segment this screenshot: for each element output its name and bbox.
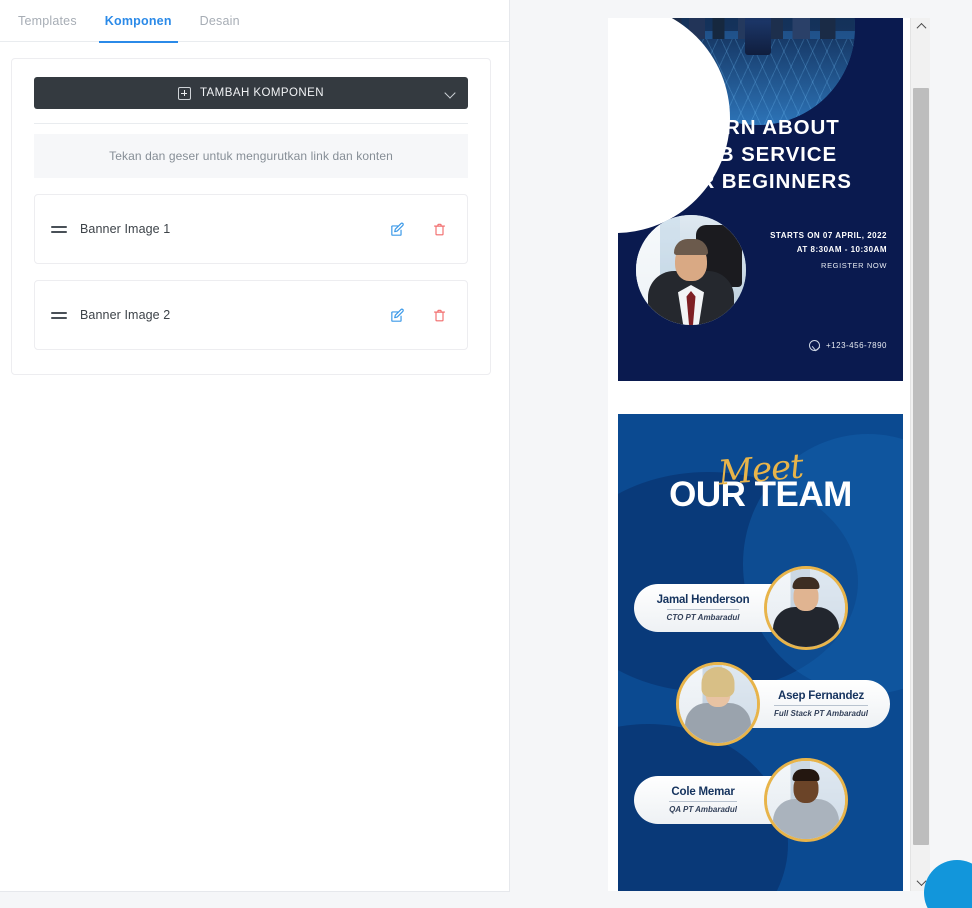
trash-icon[interactable] [429, 219, 449, 239]
team-member-2-role: Full Stack PT Ambaradul [774, 705, 868, 718]
team-member-3-name: Cole Memar [671, 786, 735, 798]
team-member-3-role: QA PT Ambaradul [669, 801, 737, 814]
avatar-hair [701, 667, 735, 697]
edit-pencil-icon[interactable] [387, 305, 407, 325]
team-member-1: Jamal Henderson CTO PT Ambaradul [634, 562, 890, 654]
app-root: Templates Komponen Desain TAMBAH KOMPONE… [0, 0, 972, 908]
team-member-1-name: Jamal Henderson [656, 594, 750, 606]
component-label: Banner Image 1 [80, 222, 171, 236]
divider [34, 123, 468, 124]
reorder-hint-box: Tekan dan geser untuk mengurutkan link d… [34, 134, 468, 178]
tab-templates-label: Templates [18, 13, 77, 28]
edit-pencil-icon[interactable] [387, 219, 407, 239]
team-member-1-role: CTO PT Ambaradul [666, 609, 740, 622]
team-member-3: Cole Memar QA PT Ambaradul [634, 754, 890, 846]
chevron-down-icon[interactable] [444, 87, 456, 99]
banner1-heading-line3: FOR BEGINNERS [669, 170, 852, 194]
row-actions [387, 219, 449, 239]
avatar-suit [773, 799, 839, 839]
businessman-silhouette [744, 18, 771, 55]
component-row-banner-image-1[interactable]: Banner Image 1 [34, 194, 468, 264]
banner1-date: STARTS ON 07 APRIL, 2022 [770, 231, 887, 240]
team-member-2-avatar [676, 662, 760, 746]
avatar-hair [792, 577, 820, 589]
add-component-button-content: TAMBAH KOMPONEN [177, 86, 325, 100]
drag-handle-icon[interactable] [51, 309, 67, 321]
team-member-2-name: Asep Fernandez [777, 690, 865, 702]
preview-scroll-content: LEARN ABOUT WEB SERVICE FOR BEGINNERS ST… [608, 18, 913, 891]
trash-icon[interactable] [429, 305, 449, 325]
banner1-heading-line1: LEARN ABOUT [681, 116, 840, 139]
tab-bar: Templates Komponen Desain [0, 0, 509, 43]
component-label: Banner Image 2 [80, 308, 171, 322]
avatar-suit [773, 607, 839, 647]
banner1-heading: LEARN ABOUT WEB SERVICE FOR BEGINNERS [632, 114, 889, 195]
avatar-suit [685, 703, 751, 743]
scroll-up-arrow-icon[interactable] [911, 18, 931, 35]
team-member-1-avatar [764, 566, 848, 650]
tab-desain-label: Desain [199, 13, 240, 28]
component-row-banner-image-2[interactable]: Banner Image 2 [34, 280, 468, 350]
team-member-2: Asep Fernandez Full Stack PT Ambaradul [632, 658, 890, 750]
tab-desain[interactable]: Desain [186, 0, 254, 42]
reorder-hint-text: Tekan dan geser untuk mengurutkan link d… [109, 149, 393, 163]
row-actions [387, 305, 449, 325]
banner1-cta: REGISTER NOW [821, 261, 887, 270]
left-editor-panel: Templates Komponen Desain TAMBAH KOMPONE… [0, 0, 510, 892]
banner1-time: AT 8:30AM - 10:30AM [796, 245, 887, 254]
team-member-3-avatar [764, 758, 848, 842]
drag-handle-icon[interactable] [51, 223, 67, 235]
tab-komponen[interactable]: Komponen [91, 0, 186, 43]
tab-templates[interactable]: Templates [4, 0, 91, 42]
banner-image-2-preview[interactable]: Meet OUR TEAM Jamal Henderson CTO PT Amb… [618, 414, 903, 891]
scrollbar-thumb[interactable] [913, 88, 929, 845]
tab-komponen-label: Komponen [104, 13, 172, 28]
preview-scrollbar[interactable] [910, 18, 930, 891]
banner1-phone-number: +123-456-7890 [826, 341, 887, 350]
add-component-button[interactable]: TAMBAH KOMPONEN [34, 77, 468, 109]
avatar-hair [792, 769, 820, 781]
banner1-heading-line2: WEB SERVICE [683, 143, 838, 167]
components-card: TAMBAH KOMPONEN Tekan dan geser untuk me… [11, 58, 491, 375]
preview-panel: LEARN ABOUT WEB SERVICE FOR BEGINNERS ST… [608, 18, 930, 891]
add-component-label: TAMBAH KOMPONEN [199, 87, 325, 99]
phone-icon [809, 340, 820, 351]
portrait-hair [674, 239, 708, 255]
floating-action-button[interactable] [924, 860, 972, 908]
banner-image-1-preview[interactable]: LEARN ABOUT WEB SERVICE FOR BEGINNERS ST… [618, 18, 903, 381]
banner1-phone-block: +123-456-7890 [809, 340, 887, 351]
plus-square-icon [177, 86, 191, 100]
banner1-speaker-portrait [636, 215, 746, 325]
banner1-event-details: STARTS ON 07 APRIL, 2022 AT 8:30AM - 10:… [770, 231, 887, 270]
